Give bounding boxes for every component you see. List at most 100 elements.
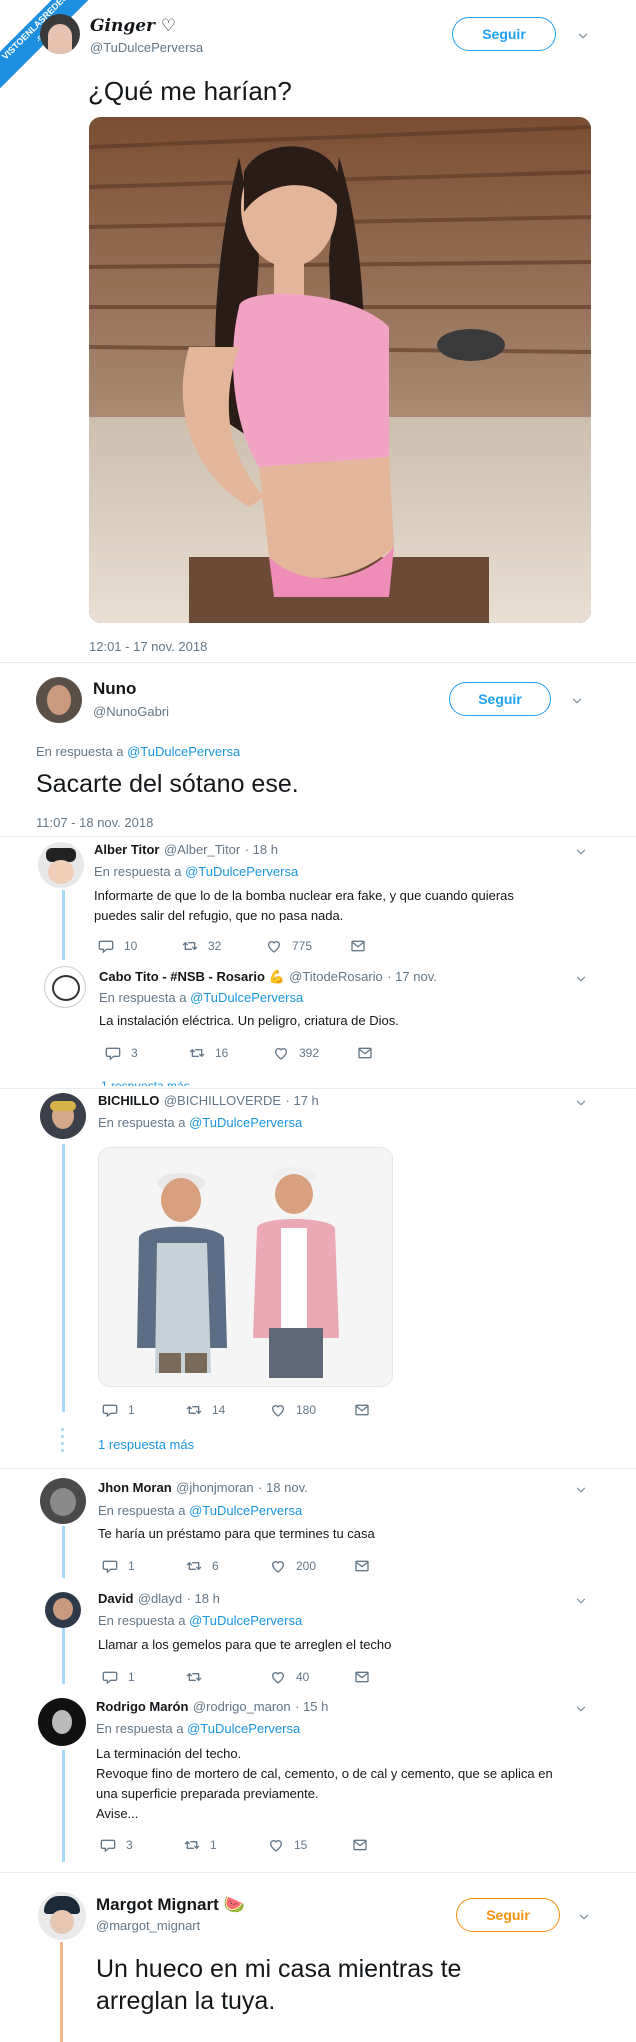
chevron-down-icon[interactable]	[574, 1594, 588, 1608]
retweet-action[interactable]: 6	[186, 1558, 232, 1574]
avatar[interactable]	[44, 966, 86, 1008]
section-divider	[0, 1088, 636, 1089]
reply-author-handle[interactable]: @dlayd	[138, 1591, 182, 1606]
in-reply-handle-link[interactable]: @TuDulcePerversa	[127, 744, 240, 759]
dm-action[interactable]	[357, 1045, 383, 1061]
dm-action[interactable]	[352, 1837, 378, 1853]
reply-author-name[interactable]: Cabo Tito - #NSB - Rosario 💪	[99, 969, 285, 984]
dm-action[interactable]	[354, 1669, 380, 1685]
like-action[interactable]: 200	[270, 1558, 316, 1574]
reply-count: 1	[128, 1670, 135, 1684]
author-name[interactable]: Ginger ♡	[90, 16, 176, 36]
like-action[interactable]: 180	[270, 1402, 316, 1418]
in-reply-to: En respuesta a @TuDulcePerversa	[98, 1503, 302, 1518]
in-reply-handle-link[interactable]: @TuDulcePerversa	[189, 1613, 302, 1628]
chevron-down-icon[interactable]	[574, 972, 588, 986]
in-reply-handle-link[interactable]: @TuDulcePerversa	[190, 990, 303, 1005]
reply-header: Alber Titor @Alber_Titor · 18 h	[94, 841, 278, 859]
avatar[interactable]	[40, 1093, 86, 1139]
follow-button[interactable]: Seguir	[456, 1898, 560, 1932]
like-count: 392	[299, 1046, 320, 1060]
in-reply-handle-link[interactable]: @TuDulcePerversa	[185, 864, 298, 879]
reply-text-line: Te haría un préstamo para que termines t…	[98, 1526, 375, 1541]
avatar[interactable]	[38, 1698, 86, 1746]
reply-action[interactable]: 1	[102, 1402, 148, 1418]
reply-photo[interactable]	[98, 1147, 393, 1387]
reply-icon	[100, 1837, 116, 1853]
chevron-down-icon[interactable]	[577, 1910, 591, 1924]
dm-action[interactable]	[354, 1402, 380, 1418]
tweet-photo[interactable]	[89, 117, 591, 623]
reply-time[interactable]: · 17 h	[286, 1093, 319, 1108]
retweet-action[interactable]: 32	[182, 938, 228, 954]
like-action[interactable]: 392	[273, 1045, 319, 1061]
reply-time[interactable]: · 18 h	[187, 1591, 220, 1606]
reply-author-name[interactable]: BICHILLO	[98, 1093, 159, 1108]
reply-action[interactable]: 3	[100, 1837, 146, 1853]
chevron-down-icon[interactable]	[574, 1483, 588, 1497]
chevron-down-icon[interactable]	[574, 845, 588, 859]
author-handle[interactable]: @margot_mignart	[96, 1918, 200, 1933]
retweet-icon	[186, 1558, 202, 1574]
dm-action[interactable]	[354, 1558, 380, 1574]
retweet-icon	[189, 1045, 205, 1061]
author-handle[interactable]: @TuDulcePerversa	[90, 40, 203, 55]
tweet-text: Un hueco en mi casa mientras te arreglan…	[96, 1953, 461, 2017]
reply-time[interactable]: · 17 nov.	[387, 969, 437, 984]
follow-button[interactable]: Seguir	[452, 17, 556, 51]
reply-time[interactable]: · 18 h	[245, 842, 278, 857]
author-name[interactable]: Nuno	[93, 679, 136, 699]
reply-author-name[interactable]: Jhon Moran	[98, 1480, 172, 1495]
chevron-down-icon[interactable]	[574, 1096, 588, 1110]
more-replies-link[interactable]: 1 respuesta más	[101, 1078, 190, 1086]
retweet-action[interactable]: 1	[184, 1837, 230, 1853]
like-action[interactable]: 775	[266, 938, 312, 954]
reply-author-name[interactable]: Alber Titor	[94, 842, 160, 857]
reply-time[interactable]: · 18 nov.	[258, 1480, 308, 1495]
reply-action[interactable]: 3	[105, 1045, 151, 1061]
avatar[interactable]	[36, 677, 82, 723]
reply-time[interactable]: · 15 h	[295, 1699, 328, 1714]
reply-count: 3	[131, 1046, 138, 1060]
avatar[interactable]	[45, 1592, 81, 1628]
reply-count: 3	[126, 1838, 133, 1852]
reply-author-handle[interactable]: @Alber_Titor	[164, 842, 240, 857]
reply-author-handle[interactable]: @TitodeRosario	[289, 969, 383, 984]
reply-actions: 1 14 180	[102, 1402, 418, 1418]
retweet-icon	[186, 1669, 202, 1685]
like-action[interactable]: 40	[270, 1669, 316, 1685]
retweet-action[interactable]	[186, 1669, 232, 1685]
avatar[interactable]	[38, 842, 84, 888]
reply-action[interactable]: 10	[98, 938, 144, 954]
avatar[interactable]	[40, 1478, 86, 1524]
retweet-action[interactable]: 16	[189, 1045, 235, 1061]
chevron-down-icon[interactable]	[574, 1702, 588, 1716]
follow-button[interactable]: Seguir	[449, 682, 551, 716]
reply-action[interactable]: 1	[102, 1669, 148, 1685]
dm-action[interactable]	[350, 938, 376, 954]
reply-author-handle[interactable]: @BICHILLOVERDE	[164, 1093, 281, 1108]
tweet-timestamp[interactable]: 12:01 - 17 nov. 2018	[89, 639, 207, 654]
avatar[interactable]	[40, 14, 80, 54]
in-reply-handle-link[interactable]: @TuDulcePerversa	[189, 1503, 302, 1518]
reply-icon	[98, 938, 114, 954]
like-action[interactable]: 15	[268, 1837, 314, 1853]
thread-line	[62, 1628, 65, 1684]
author-name[interactable]: Margot Mignart 🍉	[96, 1895, 245, 1915]
in-reply-handle-link[interactable]: @TuDulcePerversa	[187, 1721, 300, 1736]
reply-icon	[102, 1402, 118, 1418]
more-replies-link[interactable]: 1 respuesta más	[98, 1437, 194, 1452]
retweet-action[interactable]: 14	[186, 1402, 232, 1418]
author-handle[interactable]: @NunoGabri	[93, 704, 169, 719]
reply-action[interactable]: 1	[102, 1558, 148, 1574]
tweet-timestamp[interactable]: 11:07 - 18 nov. 2018	[36, 815, 153, 830]
chevron-down-icon[interactable]	[576, 29, 590, 43]
reply-icon	[102, 1669, 118, 1685]
reply-author-name[interactable]: Rodrigo Marón	[96, 1699, 188, 1714]
in-reply-handle-link[interactable]: @TuDulcePerversa	[189, 1115, 302, 1130]
reply-author-handle[interactable]: @rodrigo_maron	[193, 1699, 291, 1714]
reply-author-handle[interactable]: @jhonjmoran	[176, 1480, 254, 1495]
reply-author-name[interactable]: David	[98, 1591, 133, 1606]
chevron-down-icon[interactable]	[570, 694, 584, 708]
avatar[interactable]	[38, 1892, 86, 1940]
